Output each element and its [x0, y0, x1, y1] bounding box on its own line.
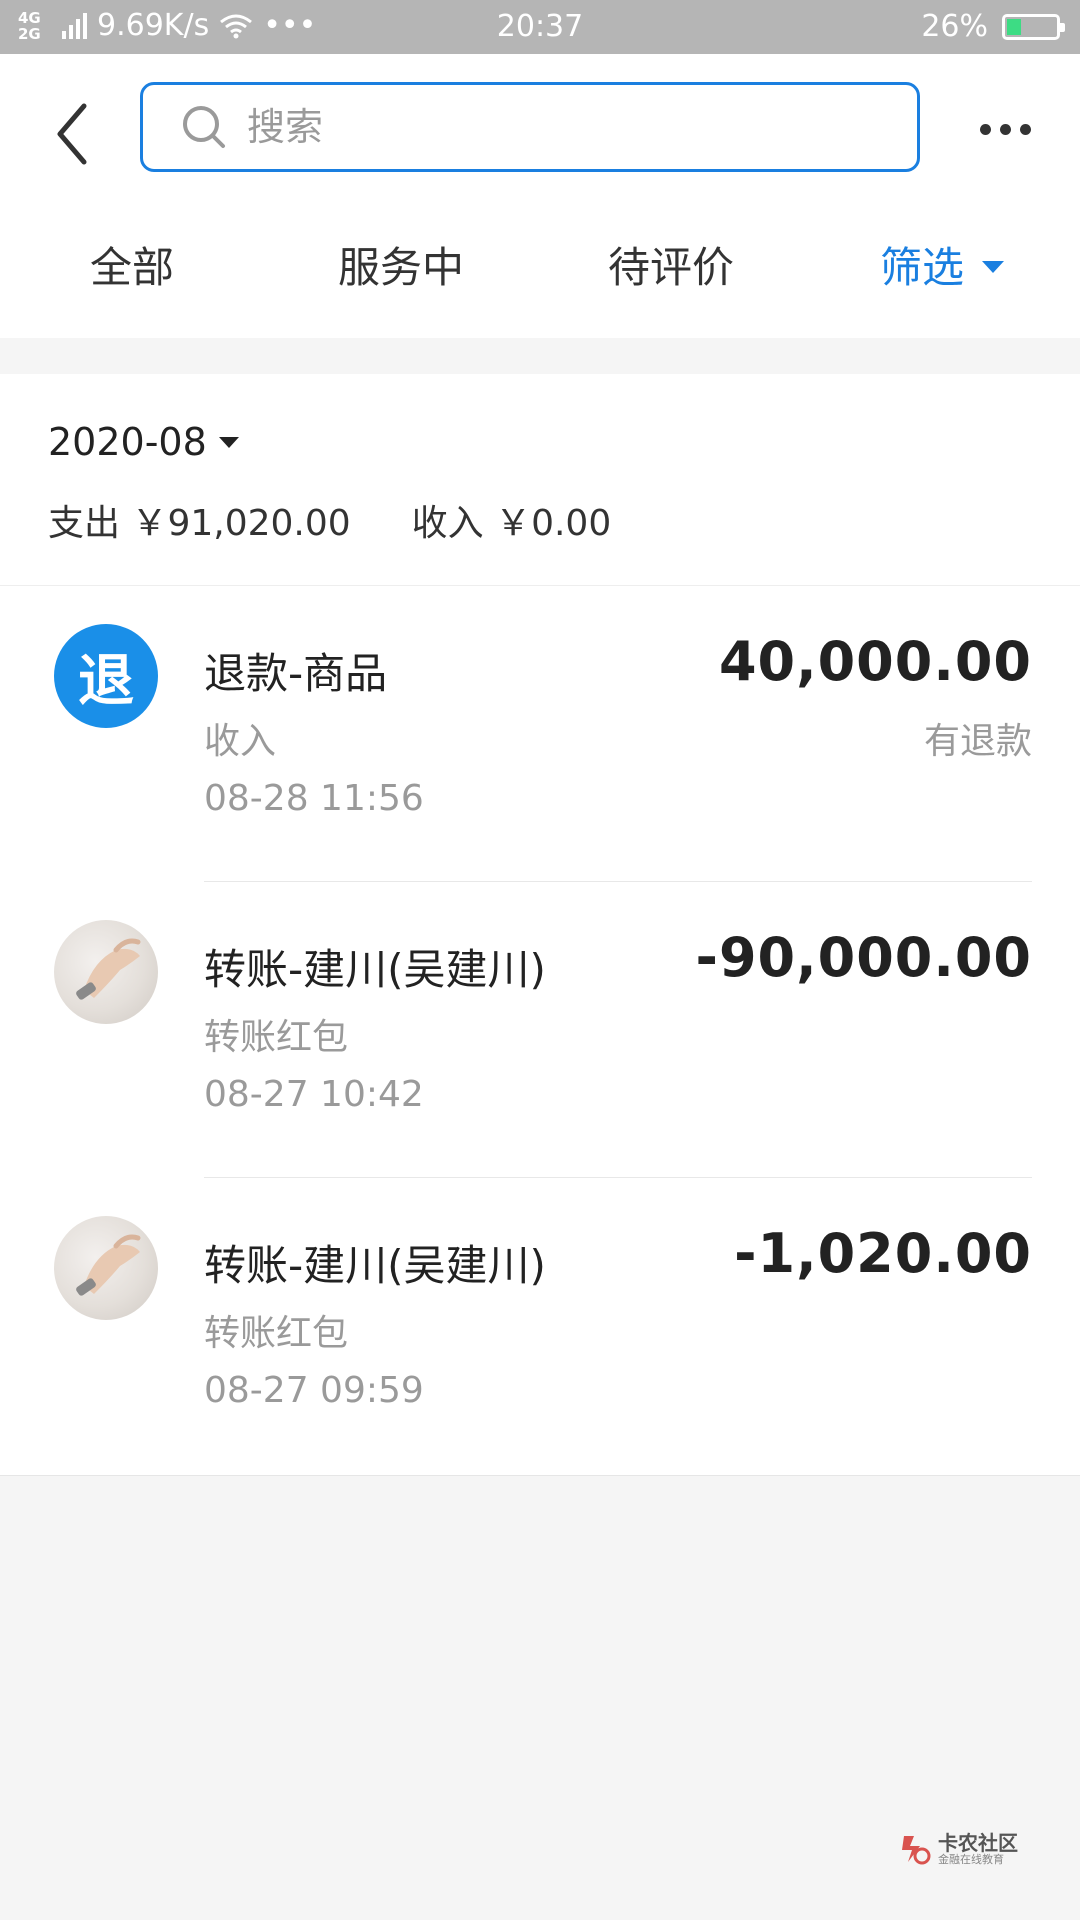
list-item[interactable]: 退 退款-商品 收入 08-28 11:56 40,000.00 有退款 — [0, 586, 1080, 882]
transaction-date: 08-27 09:59 — [204, 1370, 424, 1411]
list-item[interactable]: 转账-建川(吴建川) 转账红包 08-27 10:42 -90,000.00 — [0, 882, 1080, 1178]
month-label: 2020-08 — [48, 420, 207, 464]
watermark-subtitle: 金融在线教育 — [938, 1853, 1004, 1866]
tab-all[interactable]: 全部 — [90, 234, 174, 295]
transaction-title: 转账-建川(吴建川) — [204, 1241, 546, 1290]
transaction-type: 转账红包 — [204, 1313, 349, 1354]
status-bar: 4G 2G 9.69K/s ••• 20:37 26% — [0, 0, 1080, 54]
caret-down-icon — [982, 260, 1005, 273]
search-input[interactable] — [247, 105, 887, 149]
hand-photo-icon — [76, 938, 141, 1000]
more-options-button[interactable] — [980, 114, 1040, 144]
transaction-amount: -90,000.00 — [695, 926, 1032, 989]
expense-label: 支出 — [48, 503, 121, 544]
back-button[interactable] — [48, 88, 108, 168]
tab-pending-review[interactable]: 待评价 — [608, 234, 734, 295]
month-summary: 2020-08 支出 ￥91,020.00 收入 ￥0.00 — [0, 374, 1080, 586]
transaction-type: 收入 — [204, 721, 277, 762]
tab-bar: 全部 服务中 待评价 筛选 — [0, 234, 1080, 324]
transaction-amount: 40,000.00 — [718, 630, 1032, 693]
chevron-left-icon — [57, 103, 87, 165]
income-label: 收入 — [411, 503, 484, 544]
hand-photo-icon — [76, 1234, 141, 1296]
battery-percent: 26% — [921, 9, 988, 44]
search-box[interactable] — [140, 82, 920, 172]
totals: 支出 ￥91,020.00 收入 ￥0.00 — [48, 494, 611, 546]
clock: 20:37 — [496, 9, 584, 44]
avatar — [54, 920, 158, 1024]
month-selector[interactable]: 2020-08 — [48, 420, 239, 464]
expense-value: ￥91,020.00 — [131, 503, 351, 544]
list-item[interactable]: 转账-建川(吴建川) 转账红包 08-27 09:59 -1,020.00 — [0, 1178, 1080, 1474]
transaction-type: 转账红包 — [204, 1017, 349, 1058]
caret-down-icon — [218, 436, 239, 448]
dot-icon — [1020, 123, 1031, 135]
transaction-date: 08-27 10:42 — [204, 1074, 424, 1115]
refund-avatar: 退 — [54, 624, 158, 728]
transaction-list: 退 退款-商品 收入 08-28 11:56 40,000.00 有退款 转账-… — [0, 586, 1080, 1476]
tab-filter-label: 筛选 — [880, 243, 965, 292]
income-value: ￥0.00 — [495, 503, 612, 544]
status-right: 26% — [921, 9, 1065, 44]
tab-in-service[interactable]: 服务中 — [338, 234, 464, 295]
transaction-date: 08-28 11:56 — [204, 778, 424, 819]
dot-icon — [980, 123, 991, 135]
dot-icon — [1000, 123, 1011, 135]
avatar — [54, 1216, 158, 1320]
tab-filter[interactable]: 筛选 — [880, 234, 1005, 295]
search-icon — [183, 106, 225, 148]
watermark: 卡农社区 金融在线教育 — [898, 1832, 1018, 1866]
transaction-amount: -1,020.00 — [734, 1222, 1032, 1285]
transaction-title: 退款-商品 — [204, 649, 388, 698]
watermark-title: 卡农社区 — [938, 1831, 1018, 1855]
header: 全部 服务中 待评价 筛选 — [0, 54, 1080, 338]
battery-icon — [1002, 13, 1065, 40]
watermark-logo-icon — [902, 1836, 931, 1865]
transaction-title: 转账-建川(吴建川) — [204, 945, 546, 994]
transaction-status: 有退款 — [923, 721, 1032, 762]
